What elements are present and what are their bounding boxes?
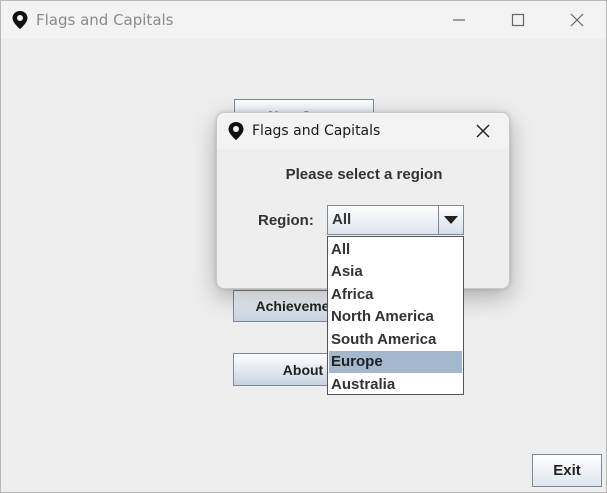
dropdown-toggle[interactable] [439, 206, 463, 234]
region-combobox[interactable]: All [327, 205, 464, 235]
region-dropdown-list: All Asia Africa North America South Amer… [327, 236, 464, 395]
region-prompt: Please select a region [285, 166, 443, 183]
window-title: Flags and Capitals [36, 11, 174, 29]
region-selected-value[interactable]: All [328, 206, 439, 234]
close-icon [570, 13, 584, 27]
region-label: Region: [258, 212, 314, 229]
minimize-icon [453, 19, 465, 21]
chevron-down-icon [444, 216, 458, 224]
dropdown-option-asia[interactable]: Asia [329, 261, 462, 283]
location-pin-icon [12, 11, 28, 29]
title-bar[interactable]: Flags and Capitals [1, 1, 606, 39]
close-icon[interactable] [473, 121, 493, 141]
dropdown-option-all[interactable]: All [329, 239, 462, 261]
dropdown-option-south-america[interactable]: South America [329, 329, 462, 351]
dialog-title-bar[interactable]: Flags and Capitals [217, 113, 509, 149]
dropdown-option-africa[interactable]: Africa [329, 284, 462, 306]
dropdown-option-north-america[interactable]: North America [329, 306, 462, 328]
dialog-title: Flags and Capitals [252, 123, 381, 139]
maximize-icon [511, 13, 525, 27]
location-pin-icon [228, 122, 244, 140]
dropdown-option-australia[interactable]: Australia [329, 374, 462, 396]
dropdown-option-europe[interactable]: Europe [329, 351, 462, 373]
exit-button[interactable]: Exit [532, 454, 602, 487]
close-button[interactable] [555, 1, 601, 39]
maximize-button[interactable] [496, 1, 542, 39]
minimize-button[interactable] [437, 1, 483, 39]
